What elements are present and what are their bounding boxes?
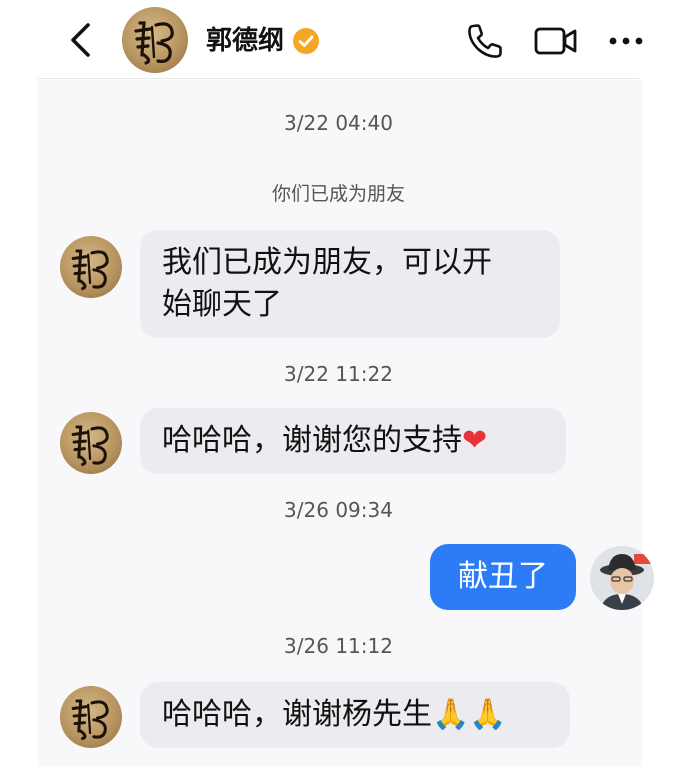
phone-icon — [468, 24, 502, 58]
timestamp: 3/26 09:34 — [284, 498, 393, 522]
message-text: 哈哈哈，谢谢杨先生 — [162, 697, 432, 732]
back-button[interactable] — [62, 20, 98, 60]
incoming-message-bubble[interactable]: 哈哈哈，谢谢您的支持❤ — [140, 408, 566, 474]
user-photo-icon — [590, 546, 654, 610]
message-text-line: 我们已成为朋友，可以开 — [162, 245, 492, 280]
incoming-message-bubble[interactable]: 我们已成为朋友，可以开 始聊天了 — [140, 230, 560, 338]
my-avatar[interactable] — [590, 546, 654, 610]
timestamp: 3/22 11:22 — [284, 362, 393, 386]
timestamp: 3/22 04:40 — [284, 111, 393, 135]
message-text: 哈哈哈，谢谢您的支持 — [162, 423, 462, 458]
video-call-button[interactable] — [532, 22, 580, 60]
calligraphy-logo-icon — [71, 425, 109, 467]
chat-screen: 郭德纲 3/22 04:40 你们已成为朋友 我们已成为朋友，可以开 始聊天了 … — [0, 0, 677, 766]
contact-avatar-small[interactable] — [60, 686, 122, 748]
header-divider — [38, 78, 639, 79]
calligraphy-logo-icon — [71, 699, 109, 741]
calligraphy-logo-icon — [134, 21, 174, 65]
message-text: 献丑了 — [458, 559, 548, 594]
more-options-button[interactable] — [606, 24, 646, 58]
outgoing-message-bubble[interactable]: 献丑了 — [430, 544, 576, 610]
heart-emoji: ❤ — [462, 423, 488, 458]
message-text-line: 始聊天了 — [162, 287, 282, 322]
voice-call-button[interactable] — [464, 20, 506, 62]
verified-badge-icon — [293, 28, 319, 54]
contact-avatar-small[interactable] — [60, 412, 122, 474]
video-camera-icon — [534, 27, 577, 55]
system-message: 你们已成为朋友 — [271, 183, 405, 205]
contact-avatar-small[interactable] — [60, 236, 122, 298]
incoming-message-bubble[interactable]: 哈哈哈，谢谢杨先生🙏🙏 — [140, 682, 570, 748]
calligraphy-logo-icon — [71, 249, 109, 291]
contact-avatar[interactable] — [122, 7, 188, 73]
more-dots-icon — [609, 37, 643, 45]
contact-name: 郭德纲 — [206, 26, 285, 56]
praying-hands-emoji: 🙏🙏 — [432, 697, 507, 732]
timestamp: 3/26 11:12 — [284, 634, 393, 658]
chevron-left-icon — [71, 23, 90, 57]
chat-header: 郭德纲 — [0, 0, 677, 80]
